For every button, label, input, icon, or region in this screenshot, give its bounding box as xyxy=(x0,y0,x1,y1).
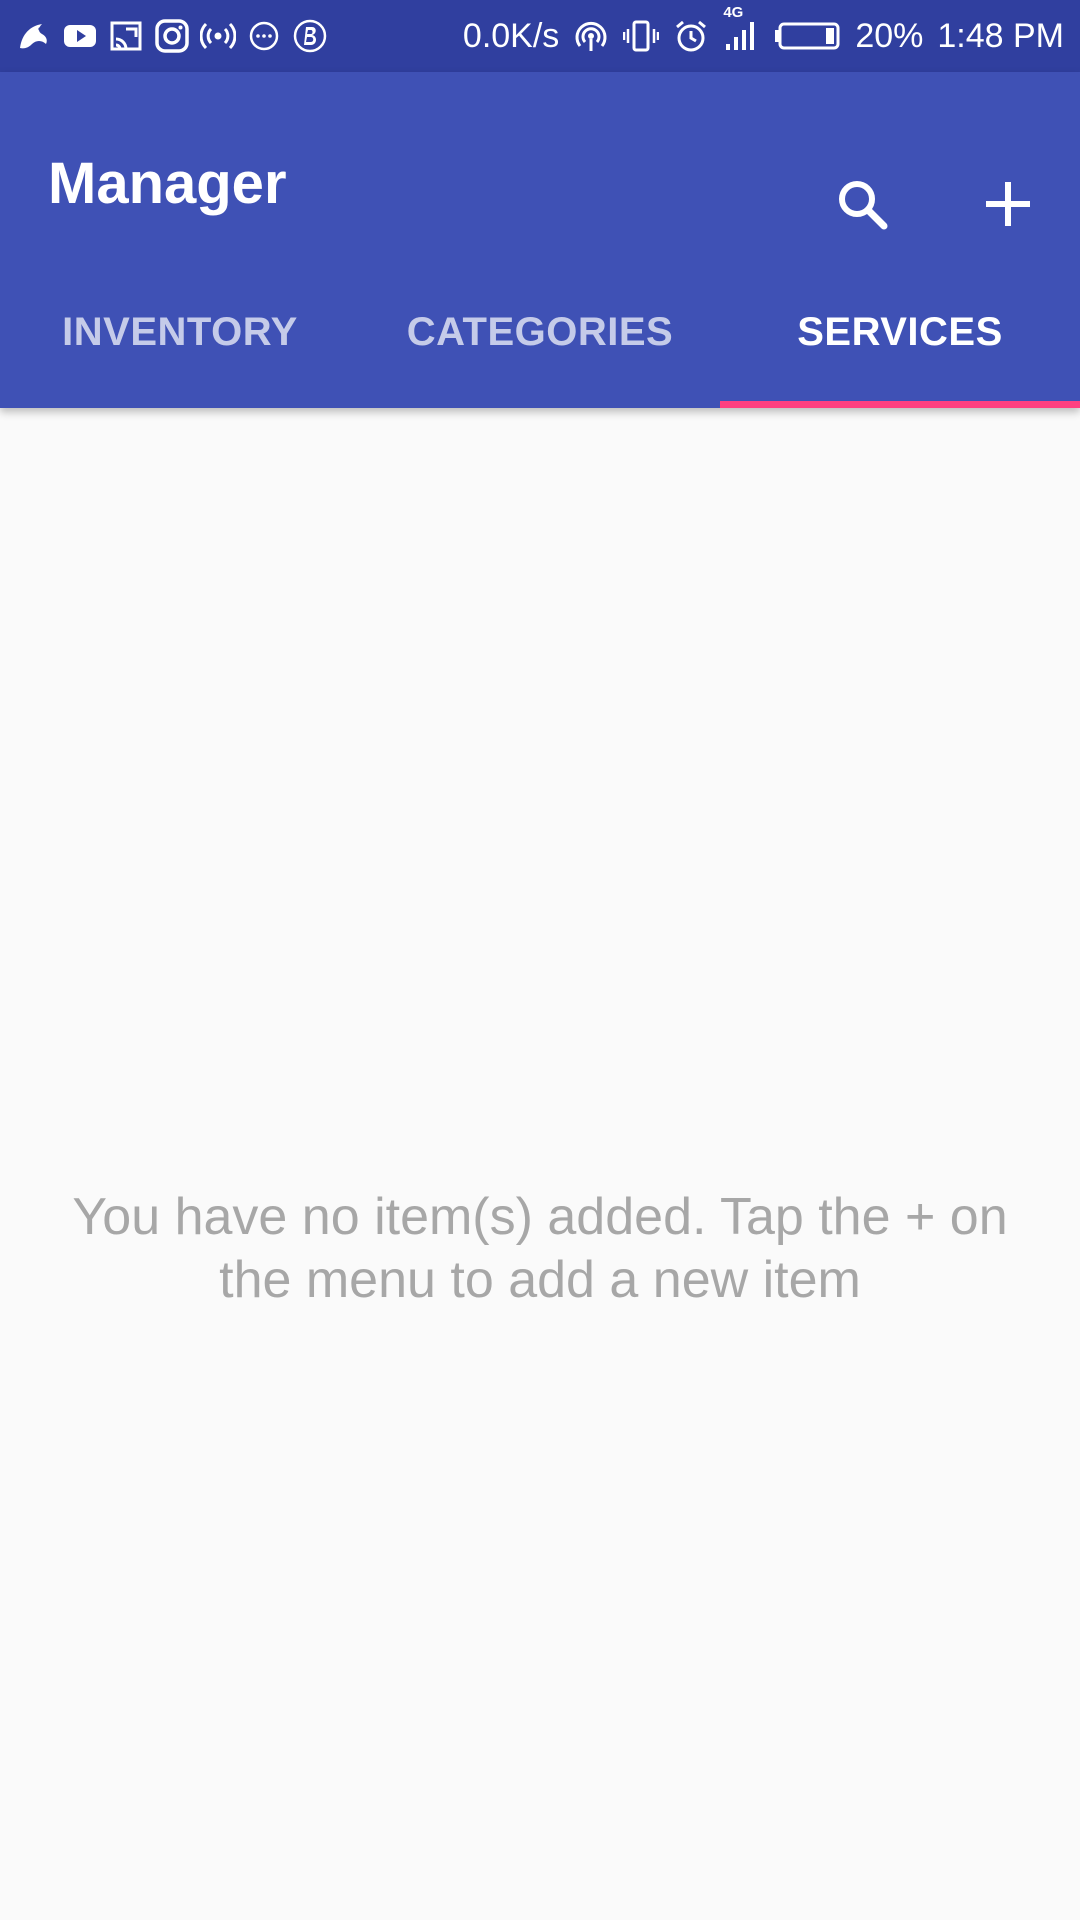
add-icon xyxy=(978,174,1038,234)
add-button[interactable] xyxy=(960,156,1056,252)
hotspot-icon xyxy=(200,18,236,54)
b-app-icon xyxy=(292,18,328,54)
battery-percent-text: 20% xyxy=(855,16,924,55)
signal-group: 4G xyxy=(723,4,759,54)
tab-inventory[interactable]: INVENTORY xyxy=(0,256,360,408)
network-type-text: 4G xyxy=(723,4,744,21)
youtube-icon xyxy=(62,18,98,54)
status-bar: 0.0K/s 4G 20% 1:48 PM xyxy=(0,0,1080,72)
instagram-icon xyxy=(154,18,190,54)
vibrate-icon xyxy=(623,18,660,54)
tab-categories[interactable]: CATEGORIES xyxy=(360,256,720,408)
chat-icon xyxy=(246,18,282,54)
net-speed-text: 0.0K/s xyxy=(462,16,560,55)
search-button[interactable] xyxy=(814,156,910,252)
search-icon xyxy=(832,174,892,234)
tab-services[interactable]: SERVICES xyxy=(720,256,1080,408)
notification-icons xyxy=(16,18,328,54)
battery-icon xyxy=(773,18,841,54)
tab-indicator xyxy=(720,401,1080,408)
empty-state-message: You have no item(s) added. Tap the + on … xyxy=(72,1188,1008,1309)
system-status: 0.0K/s 4G 20% 1:48 PM xyxy=(462,4,1064,56)
bird-app-icon xyxy=(16,18,52,54)
alarm-icon xyxy=(673,18,709,54)
clock-text: 1:48 PM xyxy=(937,16,1064,55)
wireless-icon xyxy=(573,18,609,54)
page-title: Manager xyxy=(48,151,287,216)
app-bar: Manager INVENTORY CATEGORIES SERVICES xyxy=(0,72,1080,408)
signal-icon xyxy=(723,18,759,54)
tab-bar: INVENTORY CATEGORIES SERVICES xyxy=(0,256,1080,408)
cast-icon xyxy=(108,18,144,54)
